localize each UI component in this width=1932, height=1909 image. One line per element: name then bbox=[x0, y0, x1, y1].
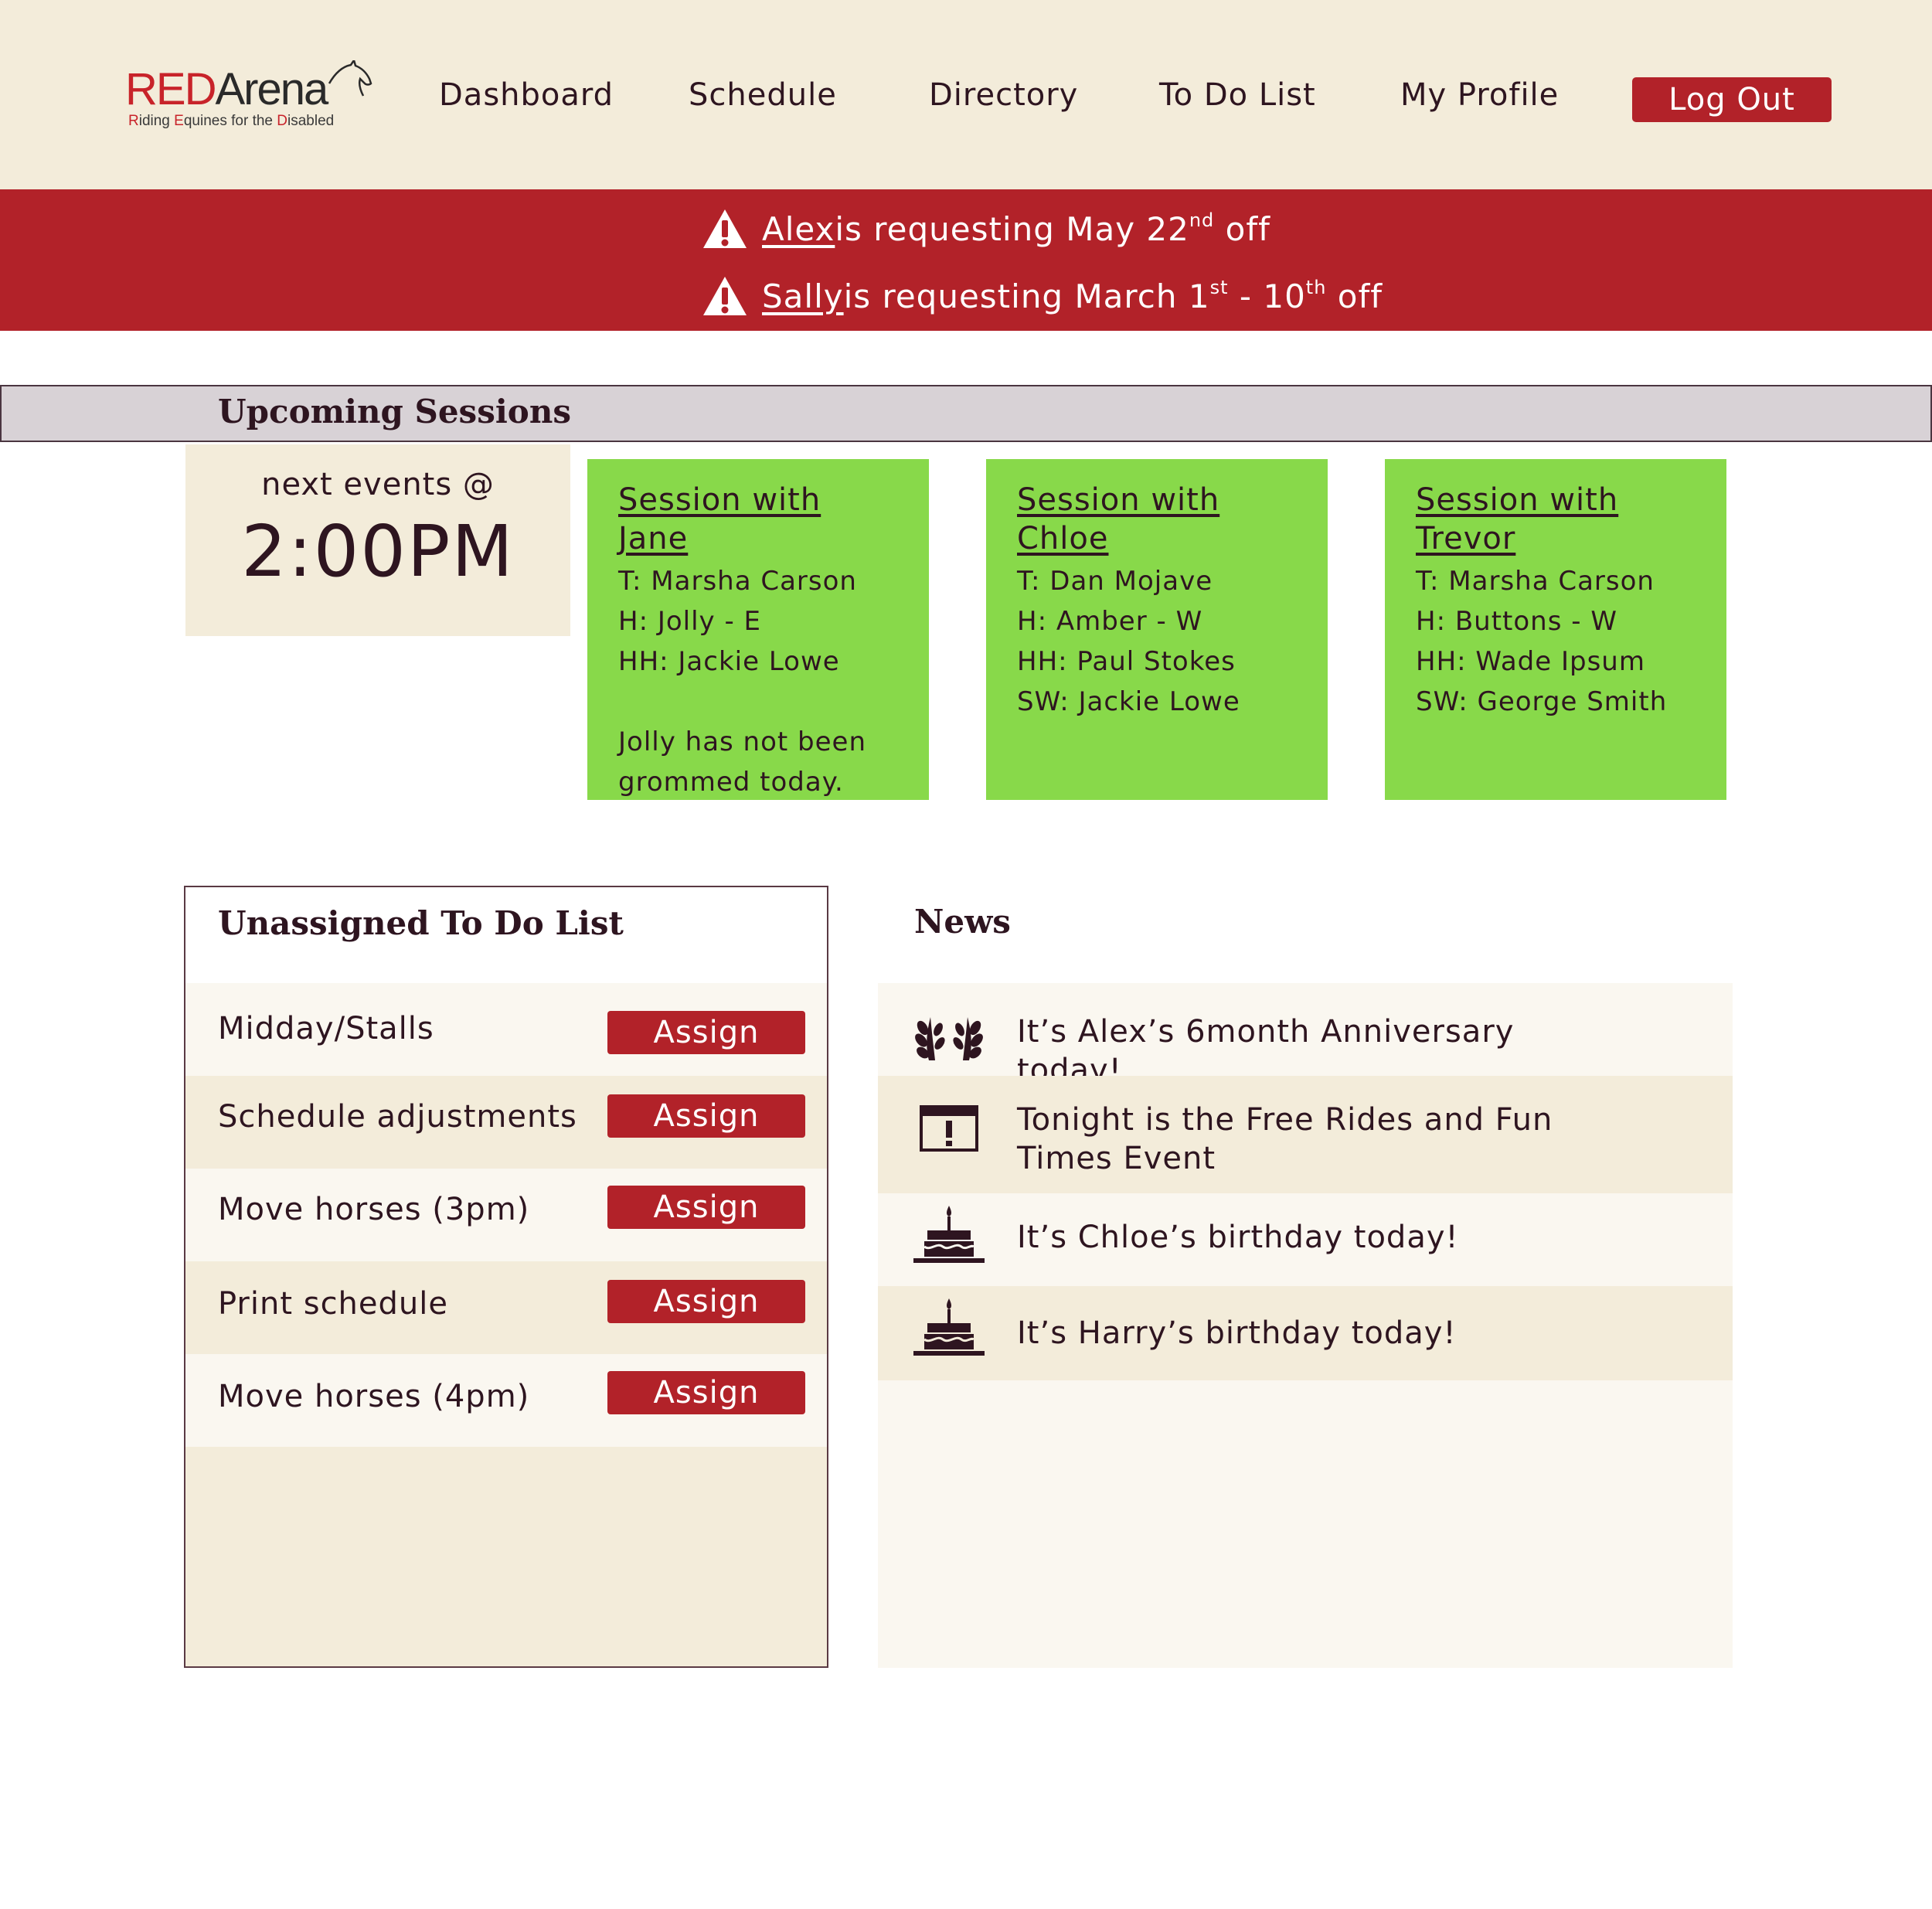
assign-button[interactable]: Assign bbox=[607, 1371, 805, 1414]
session-note: grommed today. bbox=[618, 767, 844, 798]
session-title-link[interactable]: Session with Trevor bbox=[1416, 481, 1648, 558]
alert-user-link[interactable]: Alex bbox=[762, 210, 835, 248]
assign-button[interactable]: Assign bbox=[607, 1280, 805, 1323]
todo-row: Move horses (4pm) Assign bbox=[185, 1354, 827, 1447]
logo-brand-dark: Arena bbox=[215, 64, 328, 114]
warning-icon bbox=[703, 277, 747, 315]
news-text: Tonight is the Free Rides and Fun Times … bbox=[1017, 1102, 1553, 1176]
alert-user-link[interactable]: Sally bbox=[762, 277, 844, 315]
todo-title: Unassigned To Do List bbox=[218, 904, 624, 942]
upcoming-sessions-title: Upcoming Sessions bbox=[218, 393, 571, 430]
todo-row: Midday/Stalls Assign bbox=[185, 983, 827, 1076]
news-title: News bbox=[914, 903, 1011, 941]
session-title-link[interactable]: Session with Chloe bbox=[1017, 481, 1249, 558]
nav-schedule[interactable]: Schedule bbox=[689, 77, 837, 113]
assign-button[interactable]: Assign bbox=[607, 1011, 805, 1054]
session-side-walker: SW: George Smith bbox=[1416, 686, 1668, 717]
assign-button[interactable]: Assign bbox=[607, 1094, 805, 1138]
session-therapist: T: Dan Mojave bbox=[1017, 566, 1213, 597]
todo-row: Schedule adjustments Assign bbox=[185, 1076, 827, 1169]
nav-directory[interactable]: Directory bbox=[929, 77, 1078, 113]
birthday-cake-icon bbox=[913, 1206, 985, 1263]
news-text: It’s Chloe’s birthday today! bbox=[1017, 1220, 1459, 1255]
nav-to-do-list[interactable]: To Do List bbox=[1159, 77, 1316, 113]
alert-text: is requesting May 22nd off bbox=[835, 209, 1270, 248]
session-side-walker: SW: Jackie Lowe bbox=[1017, 686, 1240, 717]
unassigned-todo-panel: Unassigned To Do List Midday/Stalls Assi… bbox=[184, 886, 828, 1668]
session-horse-handler: HH: Wade Ipsum bbox=[1416, 646, 1645, 677]
warning-icon bbox=[703, 209, 747, 248]
top-header: REDArena Riding Equines for the Disabled… bbox=[0, 0, 1932, 189]
todo-item-label: Move horses (4pm) bbox=[218, 1379, 530, 1414]
logo-tagline: Riding Equines for the Disabled bbox=[128, 113, 335, 129]
nav-my-profile[interactable]: My Profile bbox=[1400, 77, 1559, 113]
session-card-jane[interactable]: Session with Jane T: Marsha Carson H: Jo… bbox=[587, 459, 929, 800]
todo-item-label: Print schedule bbox=[218, 1286, 448, 1322]
todo-item-label: Move horses (3pm) bbox=[218, 1192, 530, 1227]
news-item: It’s Harry’s birthday today! bbox=[878, 1286, 1733, 1380]
session-card-trevor[interactable]: Session with Trevor T: Marsha Carson H: … bbox=[1385, 459, 1726, 800]
nav-dashboard[interactable]: Dashboard bbox=[439, 77, 614, 113]
next-events-time: 2:00PM bbox=[241, 510, 515, 593]
alert-request-sally: Sally is requesting March 1st - 10th off bbox=[702, 273, 1383, 319]
logout-button[interactable]: Log Out bbox=[1632, 77, 1832, 122]
session-horse: H: Jolly - E bbox=[618, 606, 762, 637]
horse-head-icon bbox=[328, 60, 372, 97]
next-events-label: next events @ bbox=[261, 467, 495, 502]
todo-row: Move horses (3pm) Assign bbox=[185, 1169, 827, 1261]
calendar-alert-icon bbox=[920, 1105, 978, 1152]
session-horse: H: Buttons - W bbox=[1416, 606, 1617, 637]
session-note: Jolly has not been bbox=[618, 727, 867, 757]
news-item: Tonight is the Free Rides and Fun Times … bbox=[878, 1076, 1733, 1193]
session-horse-handler: HH: Jackie Lowe bbox=[618, 646, 840, 677]
session-therapist: T: Marsha Carson bbox=[1416, 566, 1655, 597]
todo-item-label: Schedule adjustments bbox=[218, 1099, 577, 1135]
session-therapist: T: Marsha Carson bbox=[618, 566, 857, 597]
birthday-cake-icon bbox=[913, 1298, 985, 1356]
session-horse-handler: HH: Paul Stokes bbox=[1017, 646, 1236, 677]
laurel-icon bbox=[915, 1017, 983, 1060]
logo-brand-red: RED bbox=[125, 64, 216, 114]
news-item: It’s Alex’s 6month Anniversary today! bbox=[878, 983, 1733, 1088]
session-horse: H: Amber - W bbox=[1017, 606, 1203, 637]
todo-item-label: Midday/Stalls bbox=[218, 1011, 434, 1046]
todo-row: Print schedule Assign bbox=[185, 1261, 827, 1354]
session-card-chloe[interactable]: Session with Chloe T: Dan Mojave H: Ambe… bbox=[986, 459, 1328, 800]
news-panel: It’s Alex’s 6month Anniversary today! To… bbox=[878, 983, 1733, 1668]
alert-text: is requesting March 1st - 10th off bbox=[843, 277, 1383, 315]
session-title-link[interactable]: Session with Jane bbox=[618, 481, 898, 558]
alert-request-alex: Alex is requesting May 22nd off bbox=[702, 206, 1270, 252]
redarena-logo[interactable]: REDArena Riding Equines for the Disabled bbox=[125, 60, 372, 138]
news-text: It’s Harry’s birthday today! bbox=[1017, 1315, 1457, 1351]
news-item: It’s Chloe’s birthday today! bbox=[878, 1193, 1733, 1286]
assign-button[interactable]: Assign bbox=[607, 1186, 805, 1229]
